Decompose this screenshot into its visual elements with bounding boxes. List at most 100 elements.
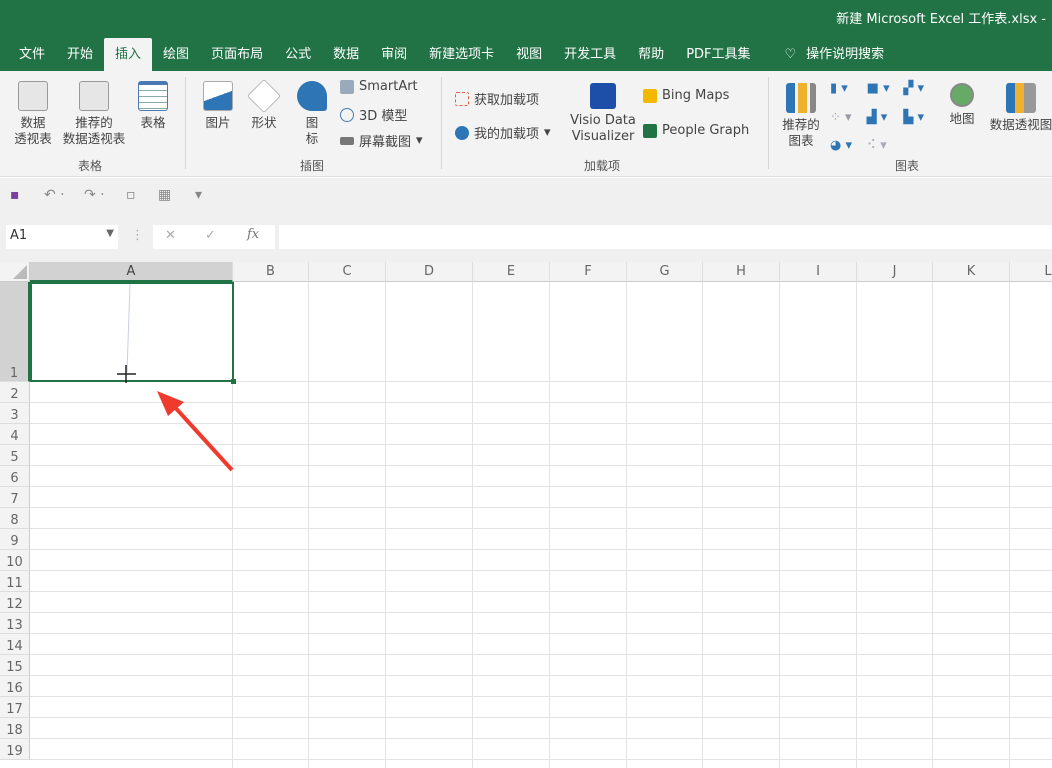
column-header-I[interactable]: I: [780, 262, 857, 282]
tab-4[interactable]: 页面布局: [200, 38, 274, 71]
row-header-5[interactable]: 5: [0, 445, 30, 466]
shapes-button[interactable]: 形状: [246, 79, 282, 131]
column-header-J[interactable]: J: [857, 262, 933, 282]
column-header-C[interactable]: C: [309, 262, 386, 282]
row-header-1[interactable]: 1: [0, 282, 30, 382]
column-header-A[interactable]: A: [30, 262, 233, 282]
my-addins-button[interactable]: 我的加载项 ▾: [455, 123, 551, 142]
visio-icon: [590, 83, 616, 109]
combo-chart-icon[interactable]: ▙ ▾: [903, 110, 940, 129]
tab-7[interactable]: 审阅: [370, 38, 418, 71]
label: 我的加载项: [474, 127, 540, 142]
formula-input[interactable]: [279, 225, 1052, 249]
enter-icon[interactable]: ✓: [205, 228, 216, 243]
column-header-G[interactable]: G: [627, 262, 703, 282]
row-header-6[interactable]: 6: [0, 466, 30, 487]
redo-icon[interactable]: ↷ ·: [84, 187, 105, 203]
scatter-chart-icon[interactable]: ⠪ ▾: [867, 138, 904, 157]
get-addins-button[interactable]: 获取加载项: [455, 89, 539, 108]
pivot-chart-button[interactable]: 数据透视图: [986, 83, 1052, 133]
row-header-3[interactable]: 3: [0, 403, 30, 424]
column-header-D[interactable]: D: [386, 262, 473, 282]
waterfall-chart-icon[interactable]: ▞ ▾: [903, 81, 940, 100]
tab-1[interactable]: 开始: [56, 38, 104, 71]
print-preview-icon[interactable]: ▫: [126, 187, 136, 203]
column-header-K[interactable]: K: [933, 262, 1010, 282]
row-header-15[interactable]: 15: [0, 655, 30, 676]
tab-2[interactable]: 插入: [104, 38, 153, 71]
maps-button[interactable]: 地图: [944, 83, 980, 127]
lightbulb-icon: ♡: [784, 47, 797, 62]
pictures-button[interactable]: 图片: [200, 81, 236, 131]
label: 图片: [205, 115, 231, 130]
column-header-F[interactable]: F: [550, 262, 627, 282]
row-header-18[interactable]: 18: [0, 718, 30, 739]
group-tables-label: 表格: [78, 159, 103, 173]
gridline: [30, 507, 1052, 508]
visio-data-visualizer-button[interactable]: Visio Data Visualizer: [568, 83, 638, 145]
column-header-H[interactable]: H: [703, 262, 780, 282]
bing-maps-button[interactable]: Bing Maps: [643, 88, 729, 103]
tab-9[interactable]: 视图: [505, 38, 553, 71]
tab-8[interactable]: 新建选项卡: [418, 38, 505, 71]
tab-3[interactable]: 绘图: [152, 38, 200, 71]
icons-icon: [297, 81, 327, 111]
chevron-down-icon: ▾: [544, 125, 551, 140]
selected-cell-a1[interactable]: [30, 282, 236, 384]
row-header-10[interactable]: 10: [0, 550, 30, 571]
gridline: [30, 738, 1052, 739]
tab-0[interactable]: 文件: [8, 38, 56, 71]
bing-icon: [643, 88, 657, 103]
undo-icon[interactable]: ↶ ·: [44, 187, 65, 203]
gridline: [30, 633, 1052, 634]
people-graph-button[interactable]: People Graph: [643, 123, 749, 138]
select-all-button[interactable]: [0, 262, 30, 282]
column-chart-icon[interactable]: ▮ ▾: [830, 81, 867, 100]
spreadsheet-grid[interactable]: A B C D E F G H I J K L 1 2 3 4 5 6 7 8 9 10 11 12 13 14 15 16 17 18 1…: [0, 262, 1052, 768]
recommended-charts-button[interactable]: 推荐的 图表: [778, 83, 824, 149]
chart-type-buttons: ▮ ▾ ■ ▾ ▞ ▾ ⁘ ▾ ▟ ▾ ▙ ▾ ◕ ▾ ⠪ ▾: [830, 81, 940, 157]
statistic-chart-icon[interactable]: ▟ ▾: [867, 110, 904, 129]
customize-qat-icon[interactable]: ▾: [195, 187, 202, 203]
row-header-8[interactable]: 8: [0, 508, 30, 529]
row-header-11[interactable]: 11: [0, 571, 30, 592]
tab-11[interactable]: 帮助: [627, 38, 675, 71]
gridline: [30, 486, 1052, 487]
formula-bar: A1 ▼ ⋮ ✕ ✓ fx: [0, 212, 1052, 262]
group-charts-label: 图表: [895, 159, 920, 173]
row-header-19[interactable]: 19: [0, 739, 30, 760]
icons-button[interactable]: 图 标: [296, 81, 328, 147]
hierarchy-chart-icon[interactable]: ■ ▾: [867, 81, 904, 100]
line-chart-icon[interactable]: ⁘ ▾: [830, 110, 867, 129]
column-header-L[interactable]: L: [1010, 262, 1052, 282]
row-header-13[interactable]: 13: [0, 613, 30, 634]
screenshot-button[interactable]: 屏幕截图 ▾: [340, 131, 423, 150]
tab-10[interactable]: 开发工具: [553, 38, 627, 71]
column-header-E[interactable]: E: [473, 262, 550, 282]
row-header-7[interactable]: 7: [0, 487, 30, 508]
page-layout-icon[interactable]: ▦: [158, 187, 171, 203]
recommended-pivot-button[interactable]: 推荐的 数据透视表: [58, 81, 130, 147]
row-header-12[interactable]: 12: [0, 592, 30, 613]
tab-12[interactable]: PDF工具集: [675, 38, 761, 71]
save-icon[interactable]: ▪: [10, 187, 20, 203]
row-header-2[interactable]: 2: [0, 382, 30, 403]
name-box[interactable]: A1 ▼: [6, 225, 118, 249]
3d-model-button[interactable]: 3D 模型: [340, 105, 407, 124]
table-button[interactable]: 表格: [134, 81, 172, 131]
column-header-B[interactable]: B: [233, 262, 309, 282]
tab-5[interactable]: 公式: [274, 38, 322, 71]
row-header-14[interactable]: 14: [0, 634, 30, 655]
fill-handle[interactable]: [231, 379, 236, 384]
pie-chart-icon[interactable]: ◕ ▾: [830, 138, 867, 157]
cancel-icon[interactable]: ✕: [165, 228, 176, 243]
pivot-table-button[interactable]: 数据 透视表: [10, 81, 56, 147]
smartart-button[interactable]: SmartArt: [340, 79, 418, 94]
tell-me-search[interactable]: ♡ 操作说明搜索: [774, 38, 896, 71]
row-header-17[interactable]: 17: [0, 697, 30, 718]
row-header-4[interactable]: 4: [0, 424, 30, 445]
row-header-16[interactable]: 16: [0, 676, 30, 697]
insert-function-icon[interactable]: fx: [247, 227, 259, 242]
row-header-9[interactable]: 9: [0, 529, 30, 550]
tab-6[interactable]: 数据: [322, 38, 370, 71]
